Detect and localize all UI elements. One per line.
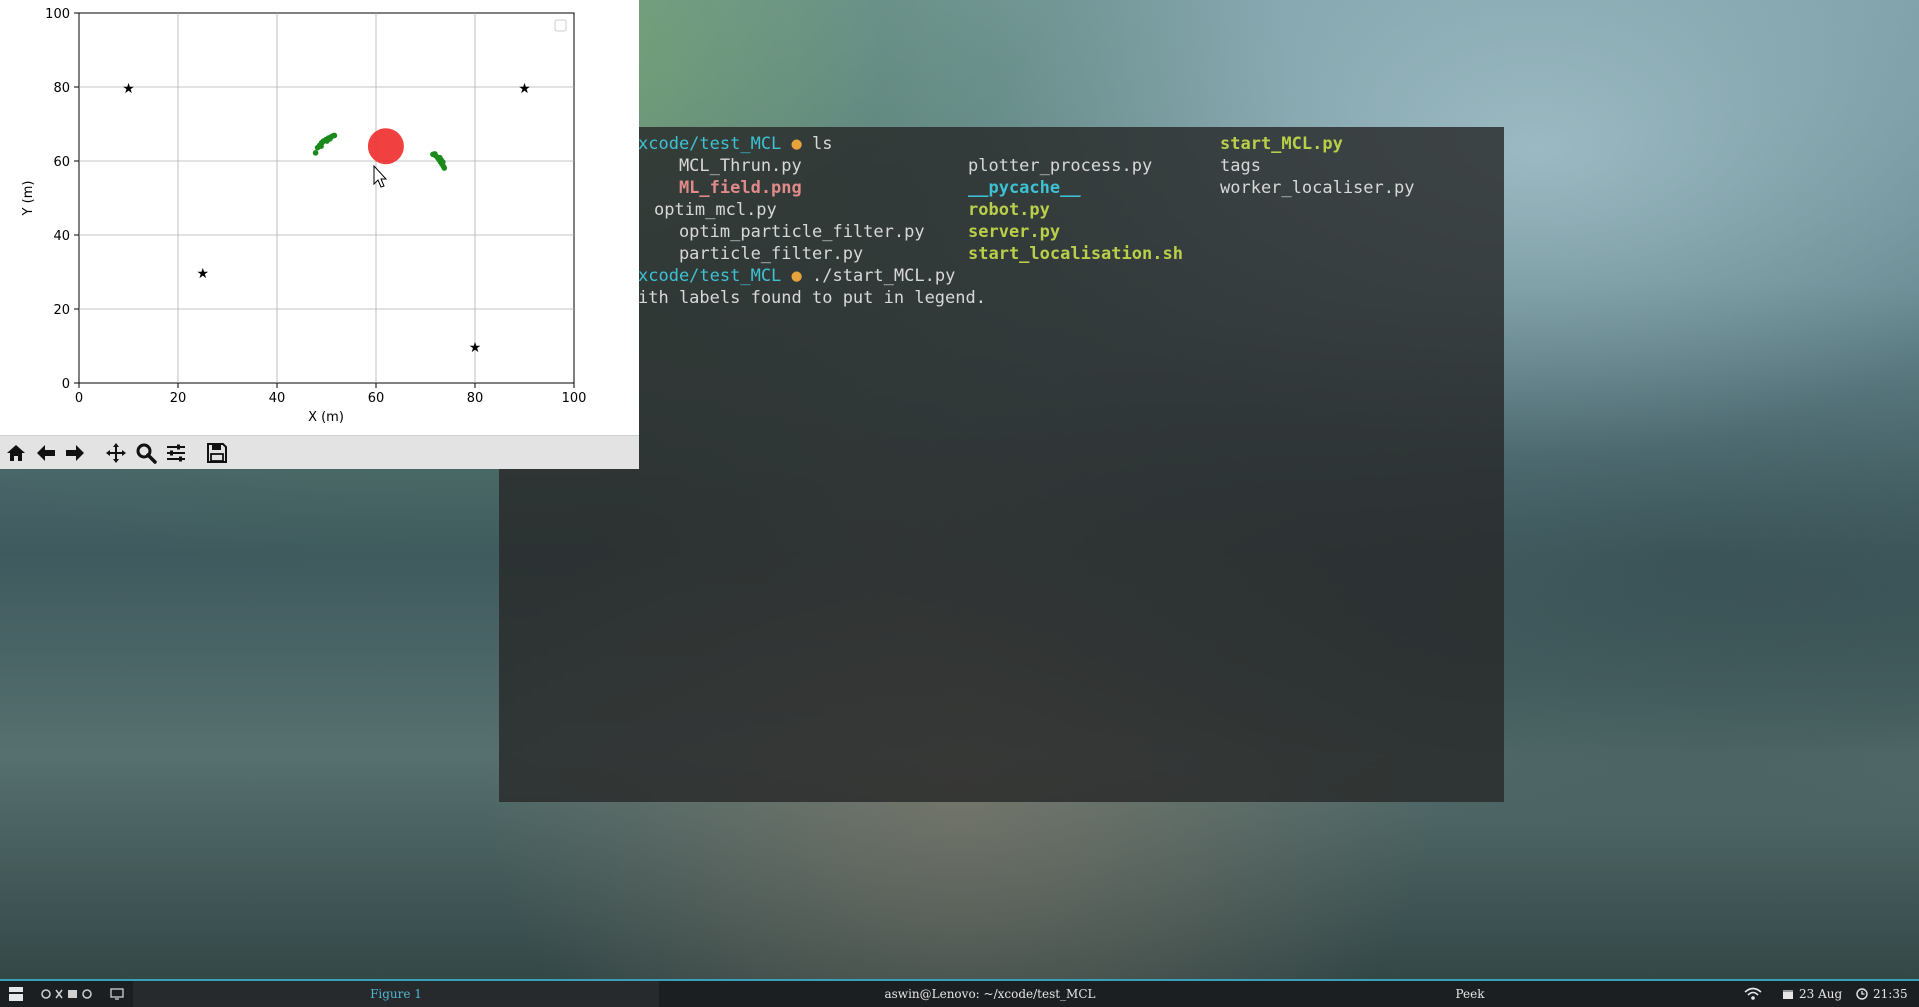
particle-point bbox=[318, 143, 324, 149]
terminal-line: MCL_Thrun.py bbox=[638, 155, 802, 177]
clock-icon bbox=[1856, 988, 1868, 1000]
desktop-icon bbox=[110, 988, 124, 1000]
configure-subplots-button[interactable] bbox=[163, 440, 189, 466]
y-tick-label: 80 bbox=[53, 81, 70, 96]
particle-point bbox=[327, 136, 333, 142]
terminal-text: particle_filter.py bbox=[638, 244, 864, 264]
terminal-file-entry: __pycache__ bbox=[968, 177, 1081, 199]
terminal-text: ith labels found to put in legend. bbox=[638, 288, 986, 308]
terminal-line: particle_filter.py bbox=[638, 243, 863, 265]
calendar-icon bbox=[1783, 990, 1793, 999]
y-tick-label: 40 bbox=[53, 229, 70, 244]
home-button[interactable] bbox=[3, 440, 29, 466]
menu-icon bbox=[9, 987, 23, 1001]
arrow-right-icon bbox=[66, 445, 84, 461]
terminal-line: optim_particle_filter.py bbox=[638, 221, 925, 243]
figure-toolbar bbox=[0, 435, 639, 469]
terminal-file-entry: worker_localiser.py bbox=[1220, 177, 1414, 199]
terminal-text: plotter_process.py bbox=[968, 156, 1153, 176]
terminal-text: ● bbox=[781, 134, 813, 154]
landmark-star: ★ bbox=[196, 266, 209, 282]
x-axis-label: X (m) bbox=[308, 410, 344, 425]
particle-point bbox=[331, 132, 338, 139]
sliders-icon bbox=[167, 444, 185, 462]
terminal-text: ls bbox=[812, 134, 833, 154]
y-axis-label: Y (m) bbox=[21, 181, 36, 217]
back-button[interactable] bbox=[33, 440, 59, 466]
terminal-text: xcode/test_MCL bbox=[638, 134, 782, 154]
x-tick-label: 80 bbox=[467, 391, 484, 406]
particle-point bbox=[432, 151, 438, 157]
terminal-line: ML_field.png bbox=[638, 177, 802, 199]
forward-button[interactable] bbox=[62, 440, 88, 466]
particle-point bbox=[441, 165, 448, 171]
axes-background bbox=[78, 12, 575, 384]
quick-launch-icons bbox=[41, 989, 92, 999]
taskbar: Figure 1 aswin@Lenovo: ~/xcode/test_MCL … bbox=[0, 979, 1919, 1007]
show-desktop-button[interactable] bbox=[110, 981, 124, 1007]
pan-button[interactable] bbox=[103, 440, 129, 466]
clock-tray[interactable]: 21:35 bbox=[1856, 981, 1908, 1007]
particle-point bbox=[440, 159, 446, 165]
terminal-file-entry: start_MCL.py bbox=[1220, 133, 1343, 155]
x-tick-label: 20 bbox=[170, 391, 187, 406]
terminal-text: worker_localiser.py bbox=[1220, 178, 1415, 198]
legend-box bbox=[554, 19, 567, 32]
time-text: 21:35 bbox=[1873, 987, 1908, 1001]
taskbar-item-figure[interactable]: Figure 1 bbox=[133, 981, 659, 1007]
terminal-file-entry: plotter_process.py bbox=[968, 155, 1152, 177]
terminal-text: optim_mcl.py bbox=[633, 200, 777, 220]
x-tick-label: 60 bbox=[368, 391, 385, 406]
arrow-left-icon bbox=[37, 445, 55, 461]
wifi-icon bbox=[1744, 987, 1762, 1000]
start-menu-button[interactable] bbox=[8, 981, 24, 1007]
terminal-file-entry: start_localisation.sh bbox=[968, 243, 1183, 265]
terminal-window[interactable]: xcode/test_MCL ● ls MCL_Thrun.py ML_fiel… bbox=[499, 127, 1504, 802]
floppy-disk-icon bbox=[207, 443, 227, 463]
particle-point bbox=[312, 150, 319, 156]
terminal-text: ML_field.png bbox=[638, 178, 802, 198]
x-tick-label: 40 bbox=[269, 391, 286, 406]
landmark-star: ★ bbox=[518, 81, 531, 97]
terminal-text: optim_particle_filter.py bbox=[638, 222, 925, 242]
terminal-text: server.py bbox=[968, 222, 1061, 242]
terminal-text: start_localisation.sh bbox=[968, 244, 1183, 264]
terminal-text: tags bbox=[1220, 156, 1261, 176]
terminal-text: MCL_Thrun.py bbox=[638, 156, 802, 176]
terminal-text: start_MCL.py bbox=[1220, 134, 1343, 154]
figure-window[interactable]: 0 20 40 60 80 100 0 20 40 60 80 100 ★ ★ ★ ★ X (m) Y (m… bbox=[0, 0, 639, 469]
terminal-file-entry: server.py bbox=[968, 221, 1060, 243]
launcher-icons[interactable] bbox=[40, 981, 100, 1007]
robot-position bbox=[367, 128, 404, 165]
terminal-text: robot.py bbox=[968, 200, 1050, 220]
save-figure-button[interactable] bbox=[204, 440, 230, 466]
y-tick-label: 100 bbox=[45, 7, 70, 22]
magnifier-icon bbox=[136, 443, 157, 464]
date-text: 23 Aug bbox=[1799, 987, 1843, 1001]
y-tick-label: 60 bbox=[53, 155, 70, 170]
x-tick-label: 0 bbox=[75, 391, 83, 406]
terminal-line: xcode/test_MCL ● ls bbox=[638, 133, 833, 155]
zoom-button[interactable] bbox=[133, 440, 159, 466]
move-icon bbox=[106, 443, 126, 463]
y-tick-label: 20 bbox=[53, 303, 70, 318]
terminal-text: xcode/test_MCL bbox=[638, 266, 782, 286]
terminal-text: ./start_MCL.py bbox=[812, 266, 956, 286]
y-tick-label: 0 bbox=[62, 377, 70, 392]
landmark-star: ★ bbox=[122, 81, 135, 97]
terminal-file-entry: robot.py bbox=[968, 199, 1050, 221]
terminal-line: ith labels found to put in legend. bbox=[638, 287, 986, 309]
terminal-text: __pycache__ bbox=[968, 178, 1081, 198]
home-icon bbox=[7, 445, 25, 461]
landmark-star: ★ bbox=[469, 340, 482, 356]
terminal-text: ● bbox=[781, 266, 813, 286]
terminal-line: xcode/test_MCL ● ./start_MCL.py bbox=[638, 265, 955, 287]
date-tray[interactable]: 23 Aug bbox=[1782, 981, 1842, 1007]
terminal-file-entry: tags bbox=[1220, 155, 1261, 177]
wifi-tray[interactable] bbox=[1744, 981, 1762, 1007]
x-tick-label: 100 bbox=[562, 391, 587, 406]
taskbar-item-terminal[interactable]: aswin@Lenovo: ~/xcode/test_MCL bbox=[660, 981, 1320, 1007]
scatter-plot: 0 20 40 60 80 100 0 20 40 60 80 100 ★ ★ ★ ★ X (m) Y (m… bbox=[21, 7, 587, 425]
taskbar-item-peek[interactable]: Peek bbox=[1420, 981, 1520, 1007]
